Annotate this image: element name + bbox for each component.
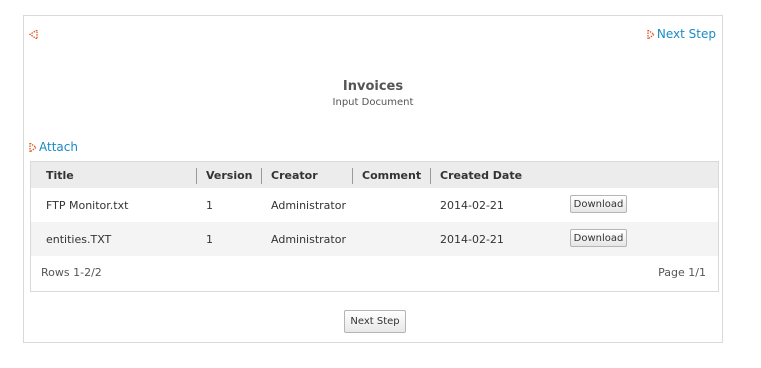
cell-version: 1	[206, 233, 213, 246]
column-separator[interactable]	[352, 168, 353, 184]
input-document-panel: Next Step Invoices Input Document Attach…	[23, 15, 723, 343]
document-header: Invoices Input Document	[24, 79, 722, 108]
cell-creator: Administrator	[271, 199, 346, 212]
table-row: entities.TXT 1 Administrator 2014-02-21 …	[31, 222, 718, 256]
cell-title: FTP Monitor.txt	[46, 199, 129, 212]
column-separator[interactable]	[261, 168, 262, 184]
documents-table: Title Version Creator Comment Created Da…	[30, 161, 719, 292]
attach-link[interactable]: Attach	[29, 140, 78, 154]
column-header-creator[interactable]: Creator	[271, 169, 318, 182]
rows-info: Rows 1-2/2	[41, 266, 102, 279]
cell-created-date: 2014-02-21	[440, 233, 504, 246]
column-header-version[interactable]: Version	[206, 169, 253, 182]
attach-arrow-icon	[29, 142, 37, 152]
column-header-created-date[interactable]: Created Date	[440, 169, 522, 182]
next-step-link[interactable]: Next Step	[647, 27, 716, 41]
cell-title: entities.TXT	[46, 233, 112, 246]
download-button[interactable]: Download	[570, 229, 627, 247]
next-step-label: Next Step	[656, 27, 716, 41]
table-row: FTP Monitor.txt 1 Administrator 2014-02-…	[31, 188, 718, 222]
next-step-button[interactable]: Next Step	[344, 310, 406, 333]
cell-created-date: 2014-02-21	[440, 199, 504, 212]
next-arrow-icon	[647, 29, 655, 39]
attach-label: Attach	[39, 140, 78, 154]
column-separator[interactable]	[196, 168, 197, 184]
document-subtitle: Input Document	[332, 97, 414, 108]
column-header-comment[interactable]: Comment	[362, 169, 421, 182]
page-info: Page 1/1	[658, 266, 706, 279]
download-button[interactable]: Download	[570, 195, 627, 213]
cell-version: 1	[206, 199, 213, 212]
column-separator[interactable]	[430, 168, 431, 184]
table-header: Title Version Creator Comment Created Da…	[31, 162, 718, 188]
column-header-title[interactable]: Title	[46, 169, 74, 182]
cell-creator: Administrator	[271, 233, 346, 246]
table-footer: Rows 1-2/2 Page 1/1	[31, 255, 718, 291]
back-arrow-icon[interactable]	[29, 30, 38, 39]
document-title: Invoices	[342, 79, 404, 94]
